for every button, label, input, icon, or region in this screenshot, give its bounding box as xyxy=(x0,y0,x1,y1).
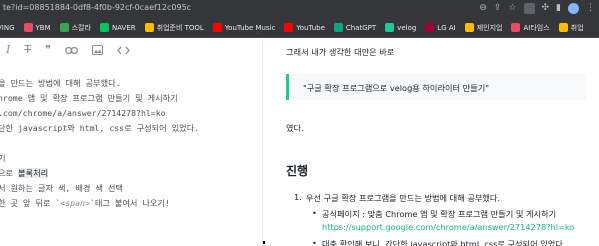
bullet-icon: • xyxy=(312,208,317,218)
blockquote-text: "구글 확장 프로그램으로 velog용 하이라이터 만들기" xyxy=(303,83,490,93)
bookmark-favicon-icon xyxy=(425,23,435,32)
bullet-icon: • xyxy=(312,238,317,246)
bookmark-item[interactable]: NAVER xyxy=(99,23,136,32)
quote-button[interactable]: ❞ xyxy=(45,44,51,56)
bookmark-favicon-icon xyxy=(464,23,474,32)
bookmark-label: YBM xyxy=(35,23,51,32)
sidepanel-icon[interactable]: ▮ xyxy=(556,2,561,15)
bookmark-item[interactable]: AI타임스 xyxy=(511,23,550,33)
bookmark-item[interactable]: YouTube xyxy=(284,23,325,32)
code-button[interactable] xyxy=(117,46,130,55)
bookmark-label: VING xyxy=(0,23,15,32)
bookmark-favicon-icon xyxy=(99,23,109,32)
bookmark-item[interactable]: LG AI xyxy=(425,23,456,32)
bookmark-favicon-icon xyxy=(511,23,521,32)
image-icon xyxy=(92,45,104,55)
editor-line: .com/chrome/a/answer/2714278?hl=ko xyxy=(0,108,166,118)
editor-line-tail: `태그 붙여서 나오기! xyxy=(89,198,170,208)
editor-line: hrome 앱 및 확장 프로그램 만들기 및 게시하기 xyxy=(0,93,178,103)
bookmark-favicon-icon xyxy=(333,23,343,32)
code-icon xyxy=(117,46,130,54)
bookmark-item[interactable]: YouTube Music xyxy=(212,23,276,32)
bookmark-item[interactable]: velog xyxy=(385,23,416,32)
strikethrough-button[interactable]: T xyxy=(24,44,31,56)
bookmark-star-icon[interactable]: ☆ xyxy=(508,2,516,15)
bookmark-label: velog xyxy=(397,23,417,32)
bookmark-favicon-icon xyxy=(284,23,294,32)
bookmark-label: 취업준비 TOOL xyxy=(156,23,204,32)
bookmark-label: 제인지업 xyxy=(476,23,503,32)
bookmark-label: NAVER xyxy=(111,23,136,32)
editor-line: 한 곳 앞 뒤로 `<span>`태그 붙여서 나오기! xyxy=(0,196,262,211)
bookmark-favicon-icon xyxy=(59,23,69,32)
editor-line-text: 으로 xyxy=(0,168,18,178)
list-item: 대충 확인해 보니, 간단한 javascript와 html, css로 구성… xyxy=(322,239,566,246)
highlighted-text: 볼록처리 xyxy=(18,168,49,178)
extensions-puzzle-icon[interactable]: ✣ xyxy=(542,2,550,15)
extension-icon[interactable] xyxy=(523,3,535,14)
bookmark-label: LG AI xyxy=(437,23,456,32)
bookmark-favicon-icon xyxy=(23,23,33,32)
bookmark-label: YouTube xyxy=(296,23,325,32)
menu-kebab-icon[interactable]: ⋮ xyxy=(586,2,595,15)
bookmark-item[interactable]: 스칼라 xyxy=(59,23,91,33)
markdown-editor[interactable]: I T ❞ 을 만드는 방법에 대해 공부했다. hrome 앱 및 확장 프로… xyxy=(0,38,263,246)
preview-paragraph: 그래서 내가 생각한 대안은 바로 xyxy=(286,47,395,57)
bookmark-item[interactable]: VING xyxy=(0,24,15,32)
zoom-icon[interactable]: ⊖ xyxy=(479,2,487,15)
link-icon xyxy=(65,46,78,54)
address-bar-actions: ⊖ ⇪ ☆ ✣ ▮ ⋮ xyxy=(479,2,595,15)
span-tag-text: <span> xyxy=(60,198,90,208)
editor-content[interactable]: 을 만드는 방법에 대해 공부했다. hrome 앱 및 확장 프로그램 만들기… xyxy=(0,76,262,211)
italic-button[interactable]: I xyxy=(6,44,10,56)
list-item: 우선 구글 확장 프로그램을 만드는 방법에 대해 공부했다. xyxy=(306,193,501,203)
editor-line: 기 xyxy=(0,151,262,166)
bookmark-label: 취업 xyxy=(570,23,584,32)
bookmark-label: YouTube Music xyxy=(224,23,276,32)
editor-line-text: 한 곳 앞 뒤로 ` xyxy=(0,198,61,208)
share-icon[interactable]: ⇪ xyxy=(494,2,502,15)
bookmark-item[interactable]: ChatGPT xyxy=(333,23,377,32)
text-cursor xyxy=(263,241,265,244)
preview-blockquote: "구글 확장 프로그램으로 velog용 하이라이터 만들기" xyxy=(286,74,586,100)
bookmark-favicon-icon xyxy=(385,23,395,32)
bookmark-label: 스칼라 xyxy=(71,23,91,32)
url-text[interactable]: te?id=08851884-0df8-4f0b-92cf-0caef12c09… xyxy=(3,3,191,12)
list-number: 1. xyxy=(294,192,302,202)
list-item: 공식페이지 : 맞춤 Chrome 앱 및 확장 프로그램 만들기 및 게시하기 xyxy=(322,209,557,219)
bookmarks-bar: VING YBM 스칼라 NAVER 취업준비 TOOL YouTube Music You… xyxy=(0,18,599,38)
bookmark-favicon-icon xyxy=(212,23,222,32)
bookmark-favicon-icon xyxy=(558,23,568,32)
bookmark-item[interactable]: 취업 xyxy=(558,23,584,33)
bookmark-favicon-icon xyxy=(144,23,154,32)
preview-heading: 진행 xyxy=(286,164,309,178)
link-button[interactable] xyxy=(65,46,78,55)
bookmark-label: ChatGPT xyxy=(345,23,377,32)
bookmark-item[interactable]: YBM xyxy=(23,23,51,32)
bookmark-label: AI타임스 xyxy=(523,23,550,32)
support-link[interactable]: https://support.google.com/chrome/a/answ… xyxy=(322,222,574,232)
preview-paragraph: 였다. xyxy=(286,123,304,133)
markdown-preview: 그래서 내가 생각한 대안은 바로 "구글 확장 프로그램으로 velog용 하… xyxy=(264,38,599,246)
editor-line: 서 원하는 글자 색, 배경 색 선택 xyxy=(0,183,123,193)
editor-toolbar: I T ❞ xyxy=(0,38,262,62)
bookmark-item[interactable]: 제인지업 xyxy=(464,23,503,33)
image-button[interactable] xyxy=(92,45,104,55)
address-bar[interactable]: te?id=08851884-0df8-4f0b-92cf-0caef12c09… xyxy=(0,0,599,18)
bookmark-item[interactable]: 취업준비 TOOL xyxy=(144,23,204,33)
editor-line: 단한 javascript와 html, css로 구성되어 있었다. xyxy=(0,123,200,133)
editor-line: 을 만드는 방법에 대해 공부했다. xyxy=(0,78,121,88)
profile-avatar[interactable] xyxy=(568,3,579,14)
editor-line: 으로 볼록처리 xyxy=(0,166,262,181)
